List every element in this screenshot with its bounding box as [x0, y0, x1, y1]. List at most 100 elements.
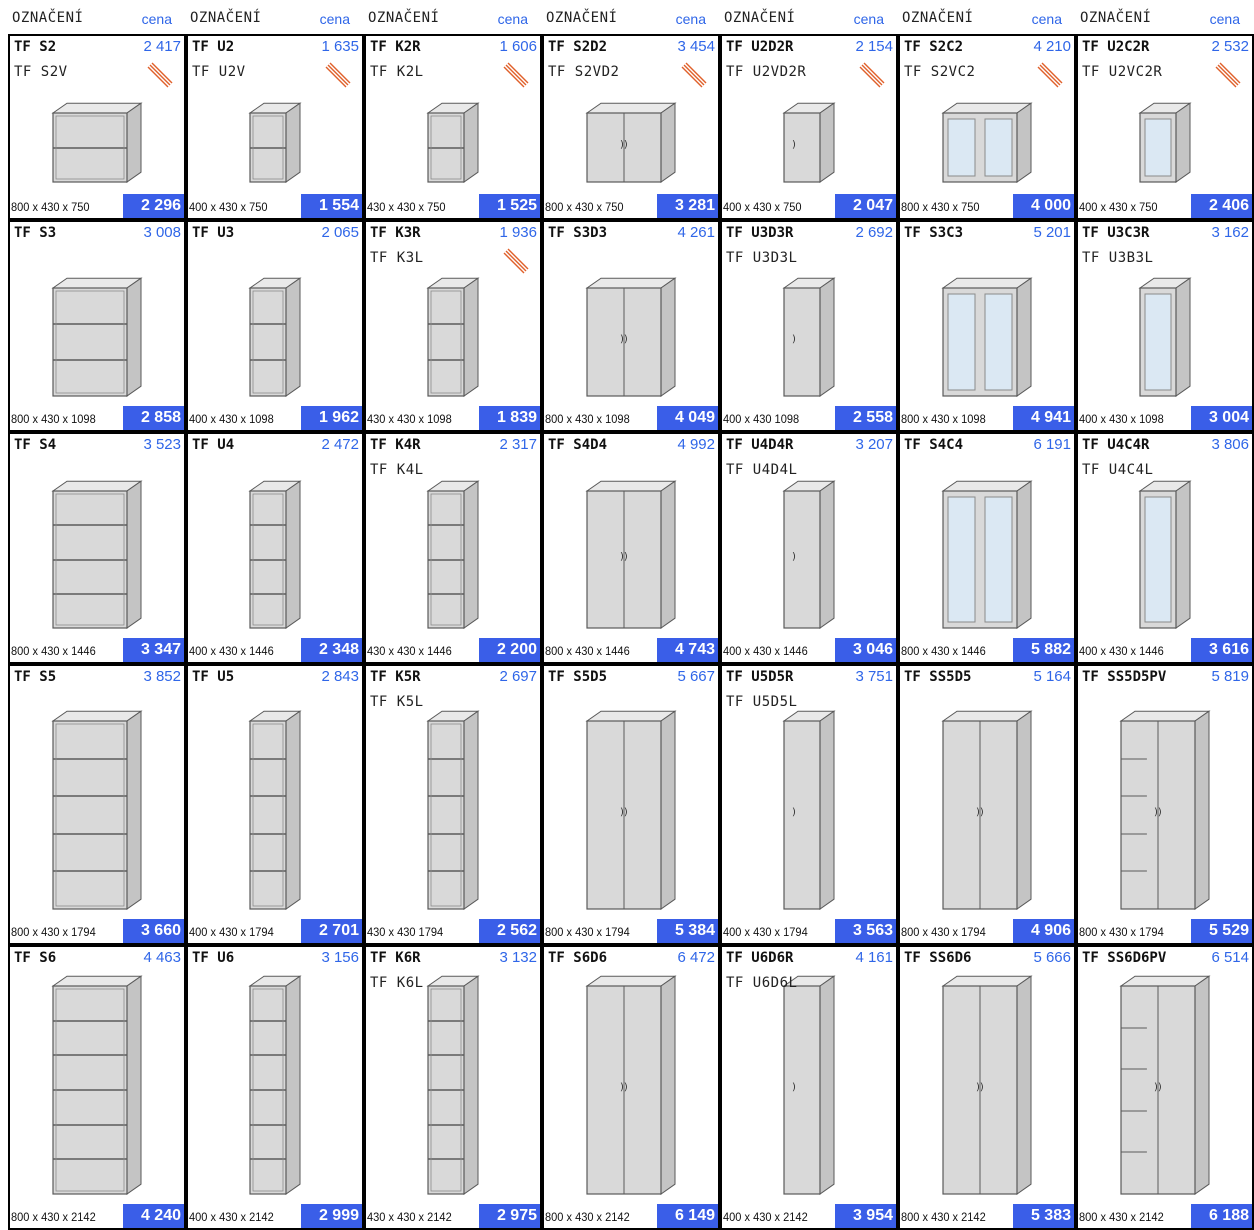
variant-code: TF K6L	[370, 975, 424, 991]
product-cell[interactable]: )) TF SS6D6PV 6 514 800 x 430 x 2142 6 188	[1076, 945, 1254, 1230]
product-cell[interactable]: TF U3 2 065 400 x 430 x 1098 1 962	[186, 220, 364, 432]
dimensions: 400 x 430 x 1794	[189, 925, 274, 939]
product-cell[interactable]: ) TF U3D3R 2 692 TF U3D3L 400 x 430 1098 2 55…	[720, 220, 898, 432]
discount-price: 3 347	[123, 638, 184, 662]
product-cell[interactable]: TF U6 3 156 400 x 430 x 2142 2 999	[186, 945, 364, 1230]
svg-text:)): ))	[620, 807, 628, 818]
header-cell: OZNAČENÍ cena	[890, 0, 1068, 34]
product-cell[interactable]: )) TF S3D3 4 261 800 x 430 x 1098 4 049	[542, 220, 720, 432]
product-code: TF SS6D6PV	[1082, 950, 1167, 966]
product-cell[interactable]: TF S3 3 008 800 x 430 x 1098 2 858	[8, 220, 186, 432]
list-price: 4 992	[677, 436, 715, 453]
dimensions: 800 x 430 x 1794	[901, 925, 986, 939]
variant-code: TF K4L	[370, 462, 424, 478]
product-cell[interactable]: TF U4 2 472 400 x 430 x 1446 2 348	[186, 432, 364, 664]
dimensions: 400 x 430 x 1446	[723, 644, 808, 658]
product-cell[interactable]: )) TF S4D4 4 992 800 x 430 x 1446 4 743	[542, 432, 720, 664]
svg-text:): )	[792, 334, 796, 345]
product-cell[interactable]: )) TF S2D2 3 454 TF S2VD2 800 x 430 x 750 3 2…	[542, 34, 720, 220]
product-cell[interactable]: TF U2 1 635 TF U2V 400 x 430 x 750 1 554	[186, 34, 364, 220]
product-cell[interactable]: ) TF U4D4R 3 207 TF U4D4L 400 x 430 x 1446 3 …	[720, 432, 898, 664]
product-cell[interactable]: )) TF SS5D5PV 5 819 800 x 430 x 1794 5 529	[1076, 664, 1254, 945]
product-code: TF U2C2R	[1082, 39, 1150, 55]
svg-text:)): ))	[976, 807, 984, 818]
product-cell[interactable]: TF S2 2 417 TF S2V 800 x 430 x 750 2 296	[8, 34, 186, 220]
list-price: 3 852	[143, 668, 181, 685]
product-code: TF U6	[192, 950, 235, 966]
hatch-icon	[859, 62, 885, 88]
list-price: 5 201	[1033, 224, 1071, 241]
product-cell[interactable]: TF S6 4 463 800 x 430 x 2142 4 240	[8, 945, 186, 1230]
hatch-icon	[1037, 62, 1063, 88]
list-price: 3 207	[855, 436, 893, 453]
svg-text:): )	[792, 1082, 796, 1093]
list-price: 4 463	[143, 949, 181, 966]
product-cell[interactable]: TF S4C4 6 191 800 x 430 x 1446 5 882	[898, 432, 1076, 664]
list-price: 3 454	[677, 38, 715, 55]
discount-price: 3 046	[835, 638, 896, 662]
product-cell[interactable]: TF U5 2 843 400 x 430 x 1794 2 701	[186, 664, 364, 945]
product-cell[interactable]: TF U2C2R 2 532 TF U2VC2R 400 x 430 x 750 2 4…	[1076, 34, 1254, 220]
product-cell[interactable]: TF U3C3R 3 162 TF U3B3L 400 x 430 x 1098 3 0…	[1076, 220, 1254, 432]
discount-price: 3 660	[123, 919, 184, 943]
header-label: OZNAČENÍ	[724, 10, 796, 26]
list-price: 5 667	[677, 668, 715, 685]
furniture-illustration	[51, 710, 143, 910]
header-cell: OZNAČENÍ cena	[356, 0, 534, 34]
product-cell[interactable]: ) TF U5D5R 3 751 TF U5D5L 400 x 430 x 1794 3 …	[720, 664, 898, 945]
discount-price: 2 858	[123, 406, 184, 430]
hatch-icon	[147, 62, 173, 88]
list-price: 6 191	[1033, 436, 1071, 453]
product-code: TF U2D2R	[726, 39, 794, 55]
product-code: TF S2	[14, 39, 57, 55]
list-price: 2 843	[321, 668, 359, 685]
list-price: 4 210	[1033, 38, 1071, 55]
dimensions: 800 x 430 x 1098	[901, 412, 986, 426]
discount-price: 3 004	[1191, 406, 1252, 430]
variant-code: TF U3D3L	[726, 250, 798, 266]
discount-price: 6 188	[1191, 1204, 1252, 1228]
product-cell[interactable]: TF S3C3 5 201 800 x 430 x 1098 4 941	[898, 220, 1076, 432]
discount-price: 3 954	[835, 1204, 896, 1228]
product-cell[interactable]: )) TF SS5D5 5 164 800 x 430 x 1794 4 906	[898, 664, 1076, 945]
product-cell[interactable]: TF K5R 2 697 TF K5L 430 x 430 1794 2 562	[364, 664, 542, 945]
dimensions: 400 x 430 x 2142	[723, 1210, 808, 1224]
product-code: TF SS6D6	[904, 950, 972, 966]
furniture-illustration	[941, 277, 1033, 397]
variant-code: TF U3B3L	[1082, 250, 1154, 266]
list-price: 1 936	[499, 224, 537, 241]
furniture-illustration: ))	[941, 975, 1033, 1195]
product-cell[interactable]: )) TF S6D6 6 472 800 x 430 x 2142 6 149	[542, 945, 720, 1230]
dimensions: 800 x 430 x 1446	[901, 644, 986, 658]
list-price: 3 156	[321, 949, 359, 966]
discount-price: 5 384	[657, 919, 718, 943]
discount-price: 2 047	[835, 194, 896, 218]
product-cell[interactable]: ) TF U2D2R 2 154 TF U2VD2R 400 x 430 x 750 2 …	[720, 34, 898, 220]
product-cell[interactable]: TF K2R 1 606 TF K2L 430 x 430 x 750 1 525	[364, 34, 542, 220]
product-cell[interactable]: TF U4C4R 3 806 TF U4C4L 400 x 430 x 1446 3 6…	[1076, 432, 1254, 664]
product-cell[interactable]: )) TF SS6D6 5 666 800 x 430 x 2142 5 383	[898, 945, 1076, 1230]
dimensions: 400 x 430 x 1098	[189, 412, 274, 426]
product-cell[interactable]: TF S4 3 523 800 x 430 x 1446 3 347	[8, 432, 186, 664]
product-cell[interactable]: ) TF U6D6R 4 161 TF U6D6L 400 x 430 x 2142 3 …	[720, 945, 898, 1230]
product-cell[interactable]: TF S2C2 4 210 TF S2VC2 800 x 430 x 750 4 000	[898, 34, 1076, 220]
dimensions: 430 x 430 x 1098	[367, 412, 452, 426]
dimensions: 400 x 430 x 2142	[189, 1210, 274, 1224]
product-cell[interactable]: TF K3R 1 936 TF K3L 430 x 430 x 1098 1 839	[364, 220, 542, 432]
product-cell[interactable]: )) TF S5D5 5 667 800 x 430 x 1794 5 384	[542, 664, 720, 945]
discount-price: 4 906	[1013, 919, 1074, 943]
furniture-illustration	[51, 277, 143, 397]
hatch-icon	[1215, 62, 1241, 88]
svg-text:): )	[792, 552, 796, 563]
dimensions: 430 x 430 x 1446	[367, 644, 452, 658]
furniture-illustration	[248, 710, 302, 910]
svg-text:)): ))	[620, 140, 628, 151]
header-price-label: cena	[853, 11, 884, 27]
product-cell[interactable]: TF K4R 2 317 TF K4L 430 x 430 x 1446 2 200	[364, 432, 542, 664]
product-cell[interactable]: TF K6R 3 132 TF K6L 430 x 430 x 2142 2 975	[364, 945, 542, 1230]
product-cell[interactable]: TF S5 3 852 800 x 430 x 1794 3 660	[8, 664, 186, 945]
dimensions: 800 x 430 x 750	[545, 200, 624, 214]
discount-price: 2 701	[301, 919, 362, 943]
furniture-illustration: ))	[585, 710, 677, 910]
list-price: 3 162	[1211, 224, 1249, 241]
